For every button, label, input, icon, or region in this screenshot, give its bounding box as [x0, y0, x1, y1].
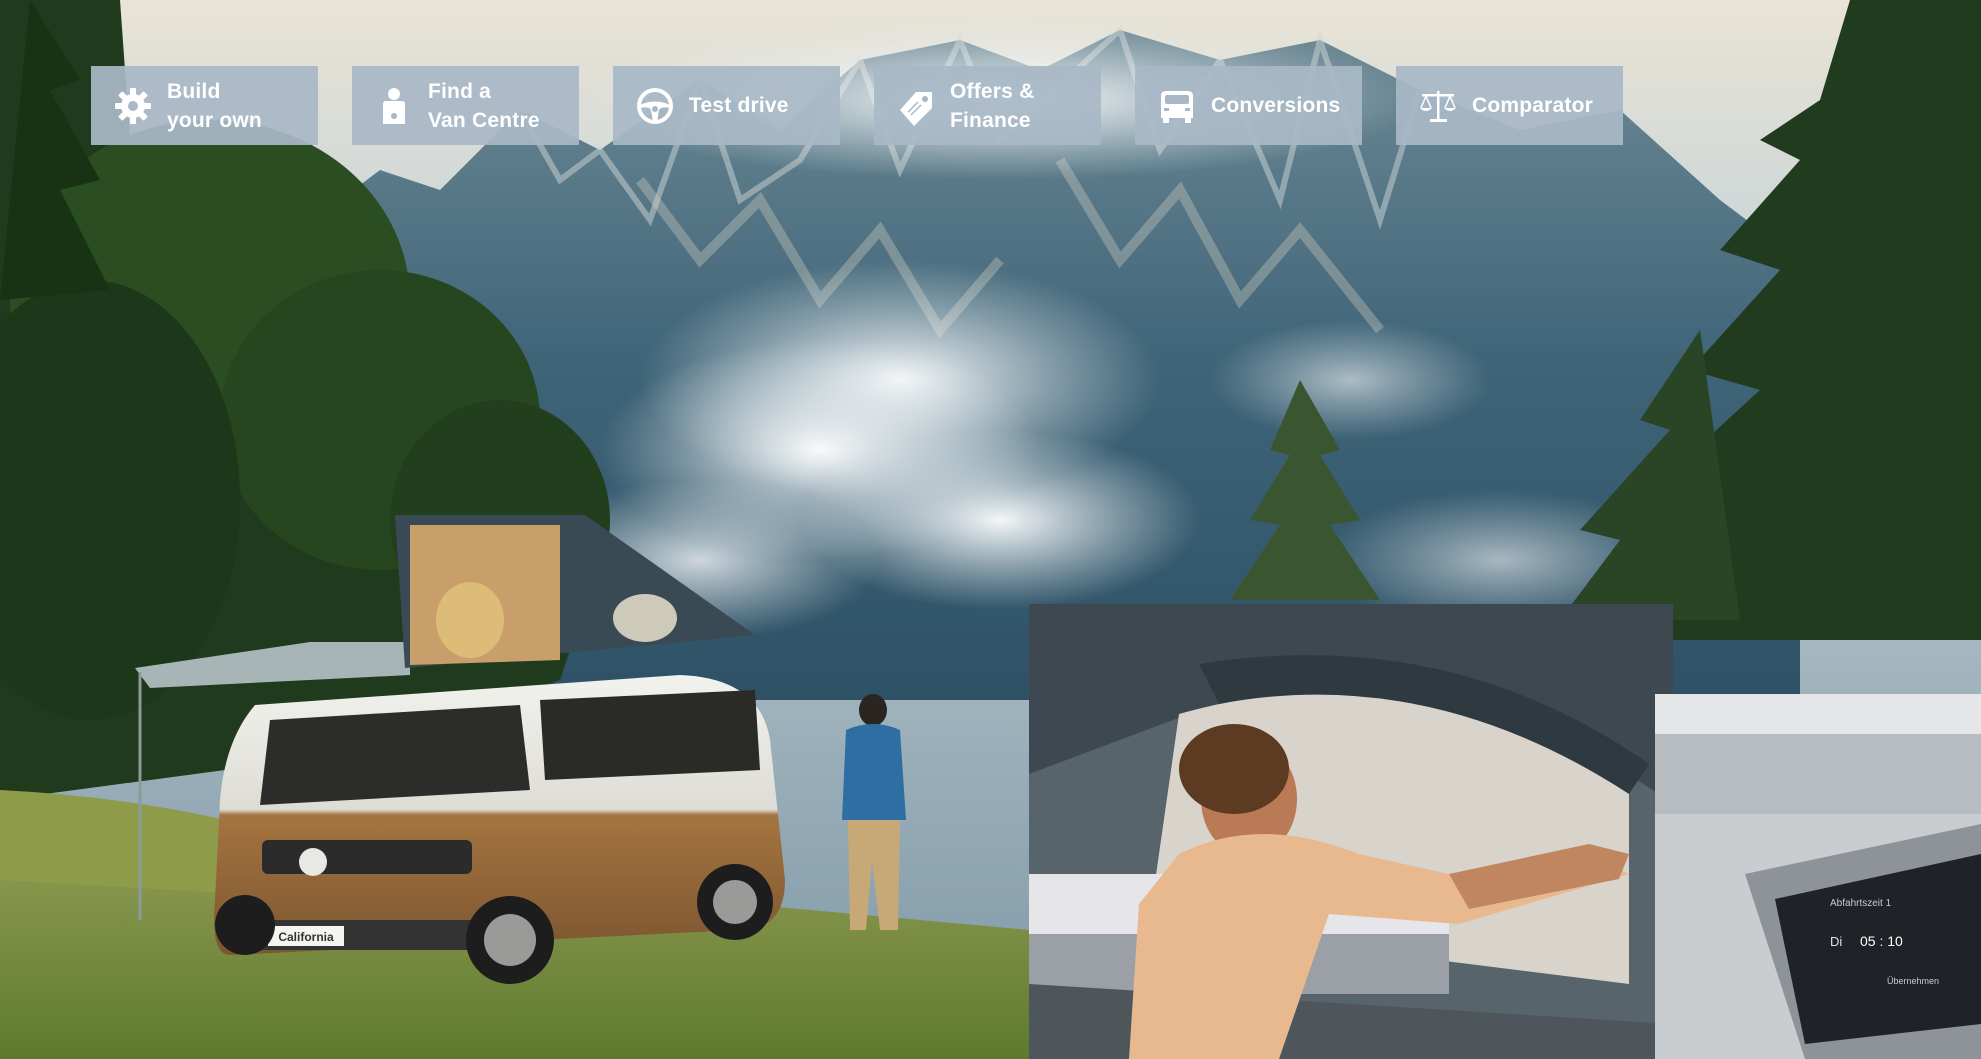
quick-action-bar: Build your own Find a Van Centre Test dr… — [0, 0, 1981, 150]
van-icon — [1155, 84, 1199, 128]
interior-photo — [1029, 604, 1673, 1059]
build-your-own-button[interactable]: Build your own — [91, 66, 318, 145]
license-plate-text: California — [278, 930, 334, 944]
control-display-photo: Abfahrtszeit 1 Di 05 : 10 Übernehmen — [1655, 694, 1981, 1059]
conversions-label: Conversions — [1211, 94, 1341, 117]
find-van-centre-label: Find a Van Centre — [428, 79, 540, 132]
offers-finance-label: Offers & Finance — [950, 79, 1035, 132]
find-van-centre-button[interactable]: Find a Van Centre — [352, 66, 579, 145]
steering-wheel-icon — [633, 84, 677, 128]
price-tag-icon — [894, 84, 938, 128]
comparator-button[interactable]: Comparator — [1396, 66, 1623, 145]
conversions-button[interactable]: Conversions — [1135, 66, 1362, 145]
comparator-label: Comparator — [1472, 94, 1594, 117]
display-time: 05 : 10 — [1860, 933, 1903, 949]
test-drive-label: Test drive — [689, 94, 789, 117]
control-display-photo-inset: Abfahrtszeit 1 Di 05 : 10 Übernehmen — [1655, 694, 1981, 1059]
display-day: Di — [1830, 934, 1842, 949]
interior-photo-inset — [1029, 604, 1673, 1059]
test-drive-button[interactable]: Test drive — [613, 66, 840, 145]
scales-icon — [1416, 84, 1460, 128]
display-confirm: Übernehmen — [1887, 976, 1939, 986]
gear-icon — [111, 84, 155, 128]
build-your-own-label: Build your own — [167, 79, 262, 132]
display-title: Abfahrtszeit 1 — [1830, 898, 1892, 909]
person-icon — [372, 84, 416, 128]
offers-finance-button[interactable]: Offers & Finance — [874, 66, 1101, 145]
